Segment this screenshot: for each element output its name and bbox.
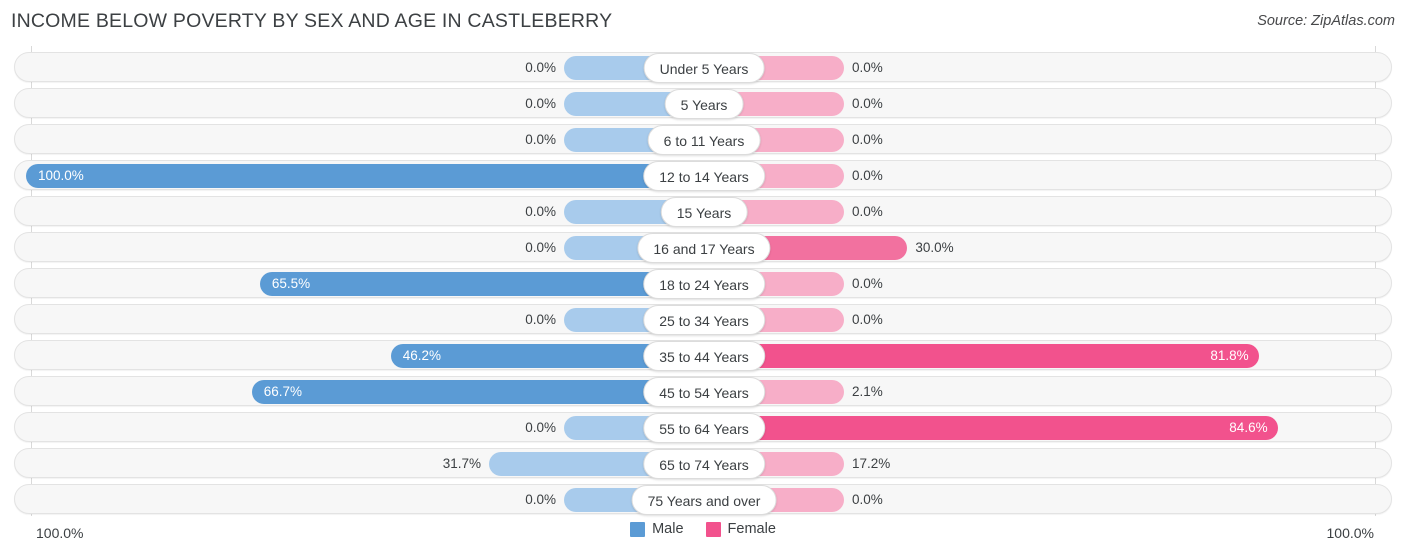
table-row[interactable]: 46.2% 81.8% 35 to 44 Years xyxy=(14,340,1392,371)
table-row[interactable]: 100.0% 0.0% 12 to 14 Years xyxy=(14,160,1392,191)
value-label-male: 66.7% xyxy=(263,384,303,399)
value-label-male: 100.0% xyxy=(38,168,84,183)
chart-plot-area: 0.0% 0.0% Under 5 Years 0.0% 0.0% 5 Years 0.0%… xyxy=(0,46,1406,516)
table-row[interactable]: 0.0% 0.0% 15 Years xyxy=(14,196,1392,227)
category-label[interactable]: 5 Years xyxy=(664,89,744,119)
bar-male[interactable] xyxy=(26,164,704,188)
category-label[interactable]: 55 to 64 Years xyxy=(643,413,765,443)
legend-item-female[interactable]: Female xyxy=(705,521,776,537)
value-label-female: 81.8% xyxy=(1210,348,1249,363)
category-label[interactable]: 6 to 11 Years xyxy=(647,125,761,155)
value-label-female: 0.0% xyxy=(852,492,883,507)
value-label-male: 0.0% xyxy=(525,60,556,75)
table-row[interactable]: 65.5% 0.0% 18 to 24 Years xyxy=(14,268,1392,299)
value-label-male: 0.0% xyxy=(525,312,556,327)
table-row[interactable]: 0.0% 30.0% 16 and 17 Years xyxy=(14,232,1392,263)
category-label[interactable]: Under 5 Years xyxy=(643,53,765,83)
value-label-female: 2.1% xyxy=(852,384,883,399)
value-label-male: 0.0% xyxy=(525,420,556,435)
table-row[interactable]: 31.7% 17.2% 65 to 74 Years xyxy=(14,448,1392,479)
chart-legend: Male Female xyxy=(0,522,1406,537)
value-label-female: 30.0% xyxy=(915,240,954,255)
legend-label: Female xyxy=(727,521,776,537)
category-label[interactable]: 65 to 74 Years xyxy=(643,449,765,479)
bar-male[interactable] xyxy=(259,272,704,296)
value-label-female: 0.0% xyxy=(852,168,883,183)
legend-swatch-male xyxy=(630,522,646,537)
category-label[interactable]: 35 to 44 Years xyxy=(643,341,765,371)
value-label-female: 0.0% xyxy=(852,60,883,75)
category-label[interactable]: 25 to 34 Years xyxy=(643,305,765,335)
table-row[interactable]: 0.0% 0.0% 25 to 34 Years xyxy=(14,304,1392,335)
value-label-male: 0.0% xyxy=(525,240,556,255)
value-label-male: 65.5% xyxy=(271,276,311,291)
category-label[interactable]: 75 Years and over xyxy=(631,485,777,515)
chart-footer: 100.0% 100.0% Male Female xyxy=(0,516,1406,559)
category-label[interactable]: 18 to 24 Years xyxy=(643,269,765,299)
value-label-female: 0.0% xyxy=(852,204,883,219)
value-label-female: 0.0% xyxy=(852,96,883,111)
category-label[interactable]: 15 Years xyxy=(660,197,748,227)
table-row[interactable]: 0.0% 84.6% 55 to 64 Years xyxy=(14,412,1392,443)
value-label-female: 0.0% xyxy=(852,132,883,147)
value-label-female: 84.6% xyxy=(1229,420,1268,435)
legend-item-male[interactable]: Male xyxy=(630,521,684,537)
bar-female[interactable] xyxy=(704,416,1278,440)
table-row[interactable]: 0.0% 0.0% 5 Years xyxy=(14,88,1392,119)
category-label[interactable]: 45 to 54 Years xyxy=(643,377,765,407)
value-label-male: 31.7% xyxy=(442,456,482,471)
bar-female[interactable] xyxy=(704,344,1259,368)
table-row[interactable]: 0.0% 0.0% 6 to 11 Years xyxy=(14,124,1392,155)
bar-male[interactable] xyxy=(251,380,704,404)
value-label-male: 46.2% xyxy=(402,348,442,363)
source-attribution: Source: ZipAtlas.com xyxy=(1257,13,1395,29)
table-row[interactable]: 0.0% 0.0% Under 5 Years xyxy=(14,52,1392,83)
value-label-male: 0.0% xyxy=(525,204,556,219)
value-label-female: 17.2% xyxy=(852,456,891,471)
page-title: INCOME BELOW POVERTY BY SEX AND AGE IN C… xyxy=(11,10,613,32)
table-row[interactable]: 66.7% 2.1% 45 to 54 Years xyxy=(14,376,1392,407)
chart-header: INCOME BELOW POVERTY BY SEX AND AGE IN C… xyxy=(0,0,1406,46)
value-label-female: 0.0% xyxy=(852,276,883,291)
legend-label: Male xyxy=(652,521,684,537)
table-row[interactable]: 0.0% 0.0% 75 Years and over xyxy=(14,484,1392,515)
category-label[interactable]: 16 and 17 Years xyxy=(637,233,771,263)
value-label-male: 0.0% xyxy=(525,492,556,507)
value-label-male: 0.0% xyxy=(525,96,556,111)
value-label-male: 0.0% xyxy=(525,132,556,147)
legend-swatch-female xyxy=(705,522,721,537)
value-label-female: 0.0% xyxy=(852,312,883,327)
category-label[interactable]: 12 to 14 Years xyxy=(643,161,765,191)
